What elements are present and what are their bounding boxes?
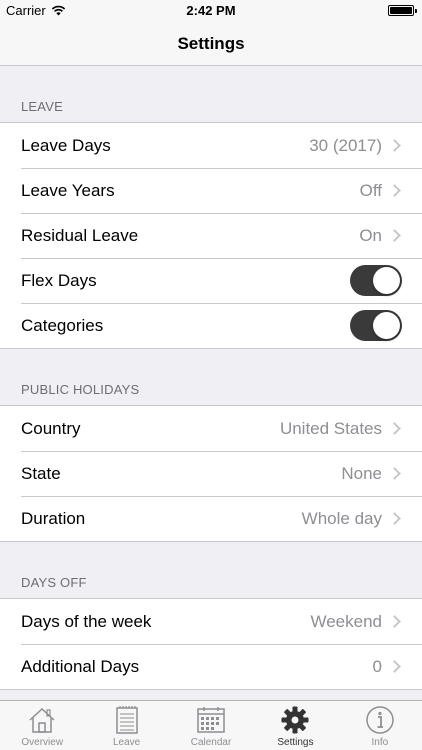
residual-leave-label: Residual Leave (21, 225, 139, 245)
chevron-right-icon (388, 512, 401, 525)
additional-days-row[interactable]: Additional Days 0 (0, 644, 422, 689)
country-row[interactable]: Country United States (0, 406, 422, 451)
state-value: None (341, 463, 382, 483)
categories-label: Categories (21, 315, 104, 335)
toggle-knob (373, 267, 400, 294)
leave-years-value: Off (359, 180, 382, 200)
residual-leave-row[interactable]: Residual Leave On (0, 213, 422, 258)
tab-label: Overview (21, 737, 64, 748)
status-time: 2:42 PM (186, 3, 236, 18)
additional-days-value: 0 (372, 656, 382, 676)
chevron-right-icon (388, 184, 401, 197)
navigation-bar: Settings (0, 22, 422, 66)
tab-label: Leave (112, 737, 141, 748)
leave-years-label: Leave Years (21, 180, 115, 200)
tab-overview[interactable]: Overview (0, 701, 84, 750)
duration-row[interactable]: Duration Whole day (0, 496, 422, 541)
page-title: Settings (177, 33, 245, 53)
duration-value: Whole day (301, 508, 382, 528)
flex-days-label: Flex Days (21, 270, 97, 290)
tab-label: Info (371, 737, 389, 748)
tab-bar: Overview Leave Calendar Settings Info (0, 700, 422, 750)
categories-toggle[interactable] (350, 310, 402, 341)
section-header-public-holidays: PUBLIC HOLIDAYS (21, 382, 140, 397)
days-of-week-value: Weekend (310, 611, 382, 631)
country-label: Country (21, 418, 81, 438)
state-label: State (21, 463, 61, 483)
section-header-leave: LEAVE (21, 99, 63, 114)
notepad-icon (115, 706, 138, 734)
chevron-right-icon (388, 139, 401, 152)
state-row[interactable]: State None (0, 451, 422, 496)
leave-days-row[interactable]: Leave Days 30 (2017) (0, 123, 422, 168)
tab-settings[interactable]: Settings (253, 701, 337, 750)
chevron-right-icon (388, 422, 401, 435)
info-icon (366, 706, 394, 734)
days-of-week-label: Days of the week (21, 611, 152, 631)
status-bar: Carrier 2:42 PM (0, 0, 422, 22)
leave-group: Leave Days 30 (2017) Leave Years Off Res… (0, 122, 422, 349)
categories-row: Categories (0, 303, 422, 348)
country-value: United States (279, 418, 382, 438)
chevron-right-icon (388, 229, 401, 242)
settings-list[interactable]: LEAVE Leave Days 30 (2017) Leave Years O… (0, 66, 422, 700)
leave-days-label: Leave Days (21, 135, 111, 155)
flex-days-toggle[interactable] (350, 265, 402, 296)
chevron-right-icon (388, 660, 401, 673)
section-header-days-off: DAYS OFF (21, 575, 87, 590)
residual-leave-value: On (359, 225, 382, 245)
public-holidays-group: Country United States State None Duratio… (0, 405, 422, 542)
leave-years-row[interactable]: Leave Years Off (0, 168, 422, 213)
toggle-knob (373, 312, 400, 339)
tab-label: Calendar (190, 737, 232, 748)
chevron-right-icon (388, 467, 401, 480)
tab-info[interactable]: Info (338, 701, 422, 750)
tab-leave[interactable]: Leave (84, 701, 168, 750)
gear-icon (281, 706, 309, 734)
duration-label: Duration (21, 508, 86, 528)
calendar-icon (197, 707, 225, 733)
chevron-right-icon (388, 615, 401, 628)
leave-days-value: 30 (2017) (309, 135, 382, 155)
flex-days-row: Flex Days (0, 258, 422, 303)
additional-days-label: Additional Days (21, 656, 140, 676)
tab-calendar[interactable]: Calendar (169, 701, 253, 750)
battery-icon (388, 5, 417, 16)
days-off-group: Days of the week Weekend Additional Days… (0, 598, 422, 690)
tab-label: Settings (277, 737, 314, 748)
days-of-week-row[interactable]: Days of the week Weekend (0, 599, 422, 644)
house-icon (29, 707, 55, 733)
